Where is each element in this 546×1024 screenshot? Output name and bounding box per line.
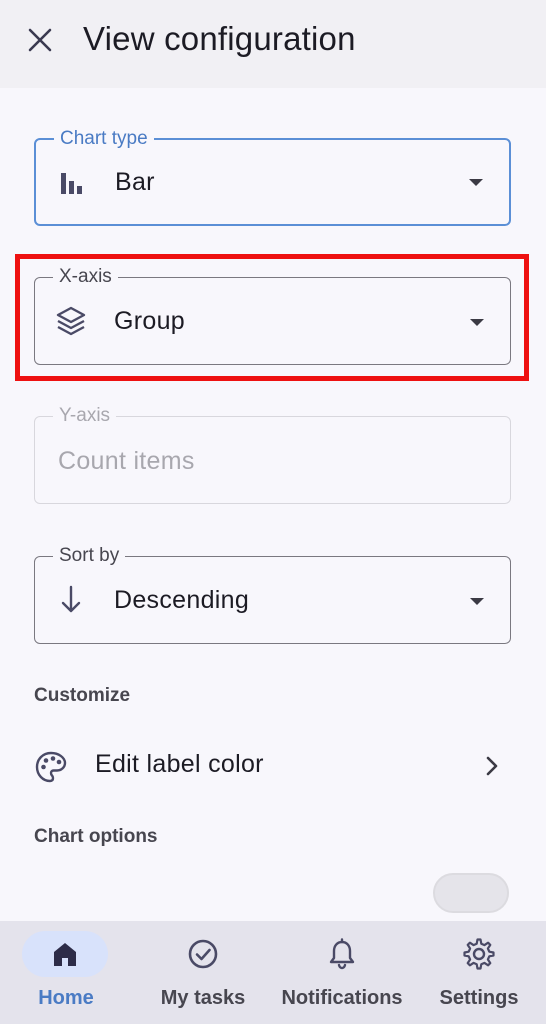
- chevron-right-icon: [486, 756, 498, 776]
- chevron-down-icon: [470, 598, 484, 605]
- bar-chart-icon: [56, 167, 88, 199]
- x-axis-dropdown[interactable]: X-axis Group: [34, 265, 511, 365]
- close-icon: [28, 28, 52, 52]
- nav-label-settings: Settings: [439, 987, 519, 1009]
- sort-by-label: Sort by: [53, 544, 126, 568]
- chart-options-section-label: Chart options: [34, 826, 158, 847]
- sort-by-dropdown[interactable]: Sort by Descending: [34, 544, 511, 644]
- chart-type-label: Chart type: [54, 127, 154, 151]
- x-axis-value: Group: [114, 307, 185, 335]
- page-title: View configuration: [83, 20, 356, 57]
- bottom-navigation: Home My tasks Notifications Settings: [0, 921, 546, 1024]
- edit-label-color-label: Edit label color: [95, 750, 264, 778]
- home-icon: [54, 943, 76, 966]
- nav-icon-wrapper: [436, 931, 522, 977]
- chart-type-value: Bar: [115, 168, 155, 196]
- layers-icon: [55, 305, 87, 337]
- chart-option-toggle[interactable]: [433, 873, 509, 913]
- nav-icon-wrapper: [160, 931, 246, 977]
- y-axis-label: Y-axis: [53, 404, 117, 428]
- nav-item-home[interactable]: Home: [0, 921, 132, 1024]
- sort-by-value: Descending: [114, 586, 250, 614]
- check-circle-icon: [188, 939, 218, 969]
- gear-icon: [463, 938, 495, 970]
- bell-icon: [329, 938, 355, 970]
- nav-item-settings[interactable]: Settings: [424, 921, 534, 1024]
- palette-icon: [35, 751, 67, 783]
- top-app-bar: View configuration: [0, 0, 546, 88]
- nav-item-notifications[interactable]: Notifications: [272, 921, 412, 1024]
- nav-label-my-tasks: My tasks: [160, 987, 246, 1009]
- nav-active-indicator: [22, 931, 108, 977]
- x-axis-label: X-axis: [53, 265, 118, 289]
- y-axis-field: Y-axis Count items: [34, 404, 511, 504]
- chevron-down-icon: [469, 179, 483, 186]
- edit-label-color-row[interactable]: Edit label color: [0, 730, 546, 802]
- nav-icon-wrapper: [299, 931, 385, 977]
- customize-section-label: Customize: [34, 685, 131, 706]
- y-axis-placeholder: Count items: [58, 447, 195, 475]
- nav-item-my-tasks[interactable]: My tasks: [144, 921, 262, 1024]
- nav-label-home: Home: [38, 987, 94, 1009]
- arrow-down-icon: [55, 584, 87, 616]
- nav-label-notifications: Notifications: [281, 987, 403, 1009]
- chevron-down-icon: [470, 319, 484, 326]
- chart-type-dropdown[interactable]: Chart type Bar: [34, 127, 511, 226]
- close-button[interactable]: [22, 22, 58, 58]
